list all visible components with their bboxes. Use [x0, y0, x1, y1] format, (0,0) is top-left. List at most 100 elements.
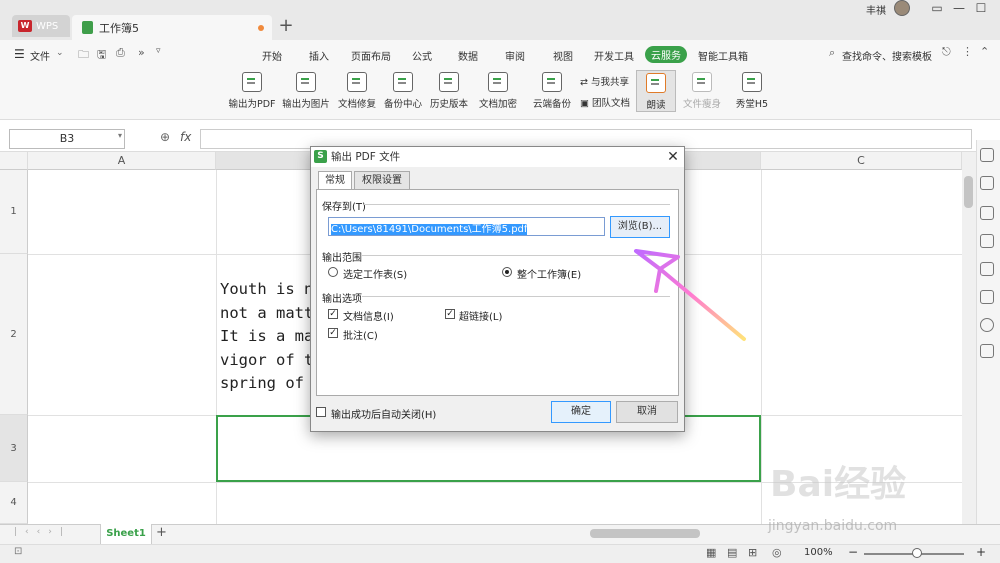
row-header-2[interactable]: 2 — [0, 254, 28, 415]
new-tab-button[interactable]: + — [276, 15, 296, 37]
repair-button[interactable]: 文档修复 — [331, 72, 383, 110]
customize-icon[interactable]: ▿ — [156, 46, 161, 56]
chevron-down-icon[interactable]: ⌄ — [56, 48, 64, 58]
menu-insert[interactable]: 插入 — [309, 48, 329, 63]
filter-icon[interactable] — [980, 234, 994, 248]
minimize-icon[interactable]: — — [950, 0, 968, 16]
page-layout-view-icon[interactable]: ▤ — [727, 546, 737, 559]
add-sheet-button[interactable]: + — [156, 525, 167, 540]
export-image-button[interactable]: 输出为图片 — [280, 72, 332, 110]
page-break-view-icon[interactable]: ⊞ — [748, 546, 757, 559]
cloud-backup-button[interactable]: 云端备份 — [526, 72, 578, 110]
read-aloud-button[interactable]: 朗读 — [636, 70, 676, 112]
radio-whole-workbook[interactable] — [502, 267, 512, 277]
backup-icon — [393, 72, 413, 92]
collapse-ribbon-icon[interactable]: ⌃ — [980, 45, 989, 58]
checkbox-doc-info[interactable]: ✓ — [328, 309, 338, 319]
menu-formula[interactable]: 公式 — [412, 48, 432, 63]
more-icon[interactable]: » — [138, 46, 145, 59]
avatar[interactable] — [894, 0, 910, 16]
checkbox-auto-close[interactable] — [316, 407, 326, 417]
slim-file-button[interactable]: 文件瘦身 — [676, 72, 728, 110]
share-with-me-button[interactable]: ⇄ 与我共享 — [580, 74, 629, 88]
horizontal-scroll-thumb[interactable] — [590, 529, 700, 538]
sheet-tab-sheet1[interactable]: Sheet1 — [100, 524, 152, 544]
menu-view[interactable]: 视图 — [553, 48, 573, 63]
menu-file[interactable]: 文件 — [30, 48, 50, 63]
checkbox-comments[interactable]: ✓ — [328, 328, 338, 338]
column-header-a[interactable]: A — [28, 152, 216, 170]
help-icon[interactable] — [980, 318, 994, 332]
menu-review[interactable]: 审阅 — [505, 48, 525, 63]
eye-protection-icon[interactable]: ◎ — [772, 546, 782, 559]
ok-button[interactable]: 确定 — [551, 401, 611, 423]
name-box-dropdown-icon[interactable]: ▾ — [118, 131, 122, 140]
select-all-corner[interactable] — [0, 152, 28, 170]
checkbox-hyperlink[interactable]: ✓ — [445, 309, 455, 319]
menu-start[interactable]: 开始 — [262, 48, 282, 63]
menu-smart-toolbox[interactable]: 智能工具箱 — [698, 48, 748, 63]
cloud-backup-label: 云端备份 — [532, 99, 571, 110]
zoom-out-icon[interactable]: − — [848, 545, 858, 559]
menu-cloud-service[interactable]: 云服务 — [645, 46, 687, 63]
menu-page-layout[interactable]: 页面布局 — [351, 48, 391, 63]
shapes-icon[interactable] — [980, 176, 994, 190]
export-image-icon — [296, 72, 316, 92]
column-header-c[interactable]: C — [761, 152, 962, 170]
team-docs-button[interactable]: ▣ 团队文档 — [580, 95, 630, 109]
menu-developer[interactable]: 开发工具 — [594, 48, 634, 63]
vertical-scroll-thumb[interactable] — [964, 176, 973, 208]
history-button[interactable]: 历史版本 — [423, 72, 475, 110]
team-docs-label: 团队文档 — [592, 98, 631, 109]
open-folder-icon[interactable]: 🗀 — [78, 46, 89, 65]
wps-logo-icon: W — [18, 20, 32, 32]
zoom-in-icon[interactable]: + — [976, 545, 986, 559]
sheet-nav-icon[interactable]: |‹‹›| — [14, 527, 71, 537]
command-search[interactable]: 查找命令、搜索模板 — [842, 48, 932, 63]
cancel-button[interactable]: 取消 — [616, 401, 678, 423]
menu-data[interactable]: 数据 — [458, 48, 478, 63]
properties-icon[interactable] — [980, 206, 994, 220]
encrypt-button[interactable]: 文档加密 — [472, 72, 524, 110]
kebab-icon[interactable]: ⋮ — [962, 45, 973, 58]
save-icon[interactable]: 🖫 — [97, 46, 106, 65]
search-icon: ⌕ — [829, 46, 836, 59]
macro-record-icon[interactable]: ⊡ — [14, 546, 22, 557]
unsaved-dot-icon — [258, 25, 264, 31]
user-name[interactable]: 丰祺 — [866, 2, 886, 17]
export-pdf-icon — [242, 72, 262, 92]
dialog-close-icon[interactable]: ✕ — [664, 147, 682, 167]
pointer-icon[interactable] — [980, 148, 994, 162]
tab-wps-home[interactable]: W WPS — [12, 15, 70, 37]
collaborate-icon[interactable]: ⎋ — [942, 45, 951, 59]
row-header-1[interactable]: 1 — [0, 170, 28, 254]
h5-button[interactable]: 秀堂H5 — [726, 72, 778, 110]
dialog-title: 输出 PDF 文件 — [311, 147, 684, 167]
maximize-icon[interactable]: ☐ — [972, 0, 990, 16]
output-options-label: 输出选项 — [322, 294, 362, 305]
apps-icon[interactable] — [980, 344, 994, 358]
zoom-slider-knob[interactable] — [912, 548, 922, 558]
normal-view-icon[interactable]: ▦ — [706, 546, 716, 559]
hamburger-icon[interactable]: ☰ — [14, 47, 25, 61]
checkbox-auto-close-label: 输出成功后自动关闭(H) — [331, 410, 437, 421]
tab-permissions[interactable]: 权限设置 — [354, 171, 410, 189]
read-aloud-label: 朗读 — [646, 100, 666, 111]
zoom-formula-icon[interactable]: ⊕ — [160, 130, 170, 144]
zoom-level[interactable]: 100% — [804, 547, 833, 558]
h5-label: 秀堂H5 — [735, 99, 769, 110]
tab-document[interactable]: 工作簿5 — [72, 15, 272, 40]
tab-general[interactable]: 常规 — [318, 171, 352, 190]
row-header-3[interactable]: 3 — [0, 415, 28, 482]
export-pdf-button[interactable]: 输出为PDF — [226, 72, 278, 110]
name-box[interactable]: B3 — [9, 129, 125, 149]
save-path-input[interactable]: C:\Users\81491\Documents\工作簿5.pdf — [328, 217, 605, 236]
backup-center-button[interactable]: 备份中心 — [377, 72, 429, 110]
print-icon[interactable]: ⎙ — [116, 46, 125, 60]
backup-side-icon[interactable] — [980, 290, 994, 304]
restore-icon[interactable]: ▭ — [928, 0, 946, 16]
row-header-4[interactable]: 4 — [0, 482, 28, 524]
radio-selected-sheets[interactable] — [328, 267, 338, 277]
sliders-icon[interactable] — [980, 262, 994, 276]
fx-icon[interactable]: fx — [180, 130, 191, 144]
